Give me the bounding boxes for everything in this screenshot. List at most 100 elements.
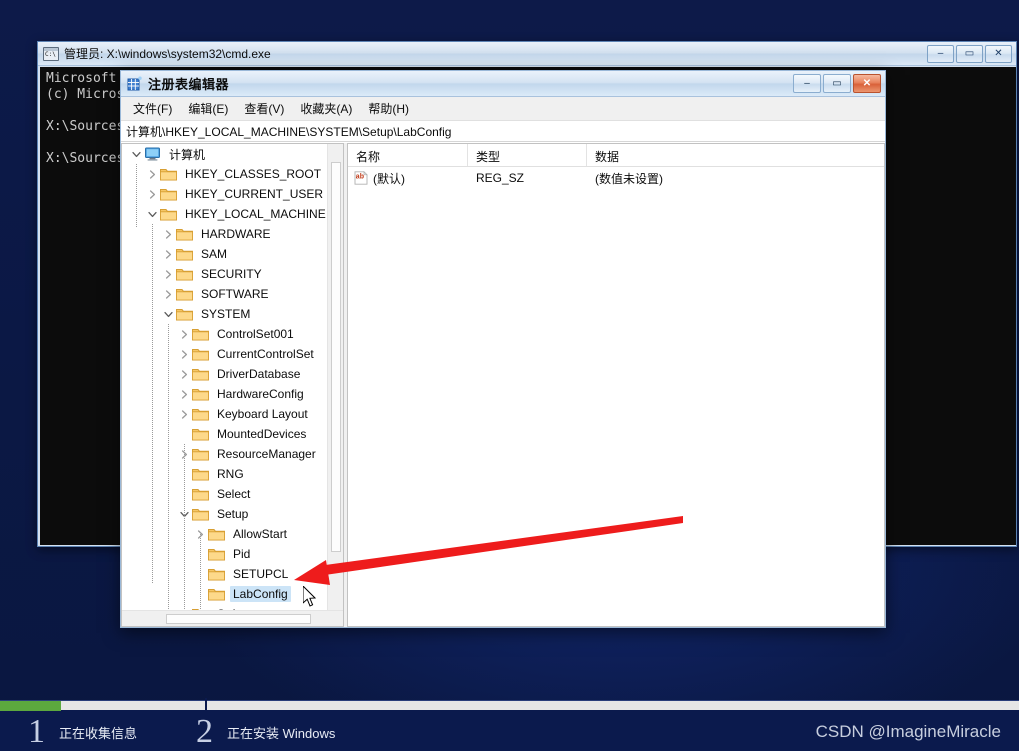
cmd-close-button[interactable]: ✕ xyxy=(985,44,1012,63)
chevron-right-icon[interactable] xyxy=(176,324,192,344)
chevron-down-icon[interactable] xyxy=(128,144,144,164)
menu-item-file[interactable]: 文件(F) xyxy=(125,97,180,120)
folder-icon xyxy=(192,347,209,361)
setup-progress-track xyxy=(0,698,1019,714)
chevron-right-icon[interactable] xyxy=(160,244,176,264)
folder-icon xyxy=(160,187,177,201)
folder-icon xyxy=(208,567,225,581)
chevron-right-icon[interactable] xyxy=(176,344,192,364)
menu-item-edit[interactable]: 编辑(E) xyxy=(180,97,236,120)
setup-progress-fill xyxy=(0,701,61,711)
chevron-right-icon[interactable] xyxy=(144,164,160,184)
folder-icon xyxy=(192,427,209,441)
tree-vertical-scrollbar[interactable] xyxy=(327,144,343,610)
menu-item-favorites[interactable]: 收藏夹(A) xyxy=(292,97,360,120)
menu-item-help[interactable]: 帮助(H) xyxy=(360,97,417,120)
values-list: ab (默认) REG_SZ (数值未设置) xyxy=(348,167,884,626)
tree-item-label: MountedDevices xyxy=(217,427,307,441)
regedit-close-button[interactable]: ✕ xyxy=(853,74,881,93)
folder-icon xyxy=(192,407,209,421)
csdn-watermark: CSDN @ImagineMiracle xyxy=(815,722,1001,741)
folder-icon xyxy=(160,167,177,181)
value-row[interactable]: ab (默认) REG_SZ (数值未设置) xyxy=(348,167,884,189)
folder-icon xyxy=(192,507,209,521)
tree-item-label: DriverDatabase xyxy=(217,367,301,381)
value-name-cell: ab (默认) xyxy=(348,170,468,187)
setup-step-1: 1 正在收集信息 xyxy=(28,715,137,749)
chevron-down-icon[interactable] xyxy=(144,204,160,224)
folder-icon xyxy=(192,327,209,341)
folder-icon xyxy=(192,367,209,381)
value-name-text: (默认) xyxy=(373,171,405,186)
tree-horizontal-scroll-thumb[interactable] xyxy=(166,614,311,624)
tree-item-label: Setup xyxy=(217,507,249,521)
registry-path-text: 计算机\HKEY_LOCAL_MACHINE\SYSTEM\Setup\LabC… xyxy=(126,124,452,139)
tree-horizontal-scrollbar[interactable] xyxy=(122,610,343,626)
tree-item-hkey-local-machine[interactable]: HKEY_LOCAL_MACHINE xyxy=(122,204,327,224)
tree-item-计算机[interactable]: 计算机 xyxy=(122,144,327,164)
tree-item-label: HARDWARE xyxy=(201,227,271,241)
regedit-maximize-button[interactable]: ▭ xyxy=(823,74,851,93)
folder-icon xyxy=(176,307,193,321)
setup-step-1-number: 1 xyxy=(28,713,45,750)
cmd-window-controls: – ▭ ✕ xyxy=(927,44,1014,63)
column-header-data[interactable]: 数据 xyxy=(587,144,884,166)
setup-step-2-number: 2 xyxy=(196,713,213,750)
tree-connector-line xyxy=(136,164,137,228)
values-column-header: 名称 类型 数据 xyxy=(348,144,884,167)
maximize-icon: ▭ xyxy=(832,77,842,89)
cmd-titlebar[interactable]: 管理员: X:\windows\system32\cmd.exe – ▭ ✕ xyxy=(38,42,1016,66)
tree-item-hkey-classes-root[interactable]: HKEY_CLASSES_ROOT xyxy=(122,164,327,184)
tree-item-label: SYSTEM xyxy=(201,307,251,321)
registry-grid-icon xyxy=(127,76,142,91)
regedit-menubar: 文件(F) 编辑(E) 查看(V) 收藏夹(A) 帮助(H) xyxy=(121,97,885,120)
windows-setup-bar: 1 正在收集信息 2 正在安装 Windows CSDN @ImagineMir… xyxy=(0,698,1019,751)
chevron-right-icon[interactable] xyxy=(160,284,176,304)
tree-item-label: HardwareConfig xyxy=(217,387,304,401)
value-data-cell: (数值未设置) xyxy=(595,171,663,186)
cmd-maximize-button[interactable]: ▭ xyxy=(956,44,983,63)
registry-values-pane[interactable]: 名称 类型 数据 ab (默认) REG_SZ (数值未设置) xyxy=(348,143,885,627)
registry-editor-window[interactable]: 注册表编辑器 – ▭ ✕ 文件(F) 编辑(E) 查看(V) 收藏夹(A) 帮助… xyxy=(120,70,886,628)
tree-connector-line xyxy=(184,444,185,610)
folder-icon xyxy=(176,287,193,301)
chevron-right-icon[interactable] xyxy=(144,184,160,204)
tree-item-label: CurrentControlSet xyxy=(217,347,314,361)
folder-icon xyxy=(192,447,209,461)
computer-icon xyxy=(144,147,161,161)
chevron-right-icon[interactable] xyxy=(160,264,176,284)
folder-icon xyxy=(176,267,193,281)
regedit-address-bar[interactable]: 计算机\HKEY_LOCAL_MACHINE\SYSTEM\Setup\LabC… xyxy=(121,120,885,142)
svg-text:ab: ab xyxy=(356,174,364,181)
tree-item-label: SOFTWARE xyxy=(201,287,269,301)
cmd-console-icon xyxy=(43,46,59,61)
tree-item-label: ControlSet001 xyxy=(217,327,294,341)
cmd-window-title: 管理员: X:\windows\system32\cmd.exe xyxy=(64,47,271,61)
chevron-right-icon[interactable] xyxy=(160,224,176,244)
chevron-right-icon[interactable] xyxy=(176,364,192,384)
tree-connector-line xyxy=(152,224,153,584)
cmd-minimize-button[interactable]: – xyxy=(927,44,954,63)
tree-item-label: 计算机 xyxy=(169,147,206,162)
tree-item-labconfig[interactable]: LabConfig xyxy=(122,584,327,604)
string-value-icon: ab xyxy=(354,170,368,185)
menu-item-view[interactable]: 查看(V) xyxy=(236,97,292,120)
chevron-down-icon[interactable] xyxy=(160,304,176,324)
tree-scroll-area: 计算机 HKEY_CLASSES_ROOT HKEY_CURRENT_USER HKE… xyxy=(122,144,343,610)
tree-item-label: Keyboard Layout xyxy=(217,407,308,421)
tree-item-label: RNG xyxy=(217,467,244,481)
regedit-body: 计算机 HKEY_CLASSES_ROOT HKEY_CURRENT_USER HKE… xyxy=(121,142,885,627)
chevron-right-icon[interactable] xyxy=(176,404,192,424)
column-header-type[interactable]: 类型 xyxy=(468,144,587,166)
regedit-minimize-button[interactable]: – xyxy=(793,74,821,93)
column-header-name[interactable]: 名称 xyxy=(348,144,468,166)
folder-icon xyxy=(176,227,193,241)
registry-tree-pane[interactable]: 计算机 HKEY_CLASSES_ROOT HKEY_CURRENT_USER HKE… xyxy=(121,143,343,627)
chevron-right-icon[interactable] xyxy=(176,384,192,404)
value-type-cell: REG_SZ xyxy=(476,171,525,185)
regedit-titlebar[interactable]: 注册表编辑器 – ▭ ✕ xyxy=(121,71,885,97)
tree-item-label: HKEY_CLASSES_ROOT xyxy=(185,167,322,181)
tree-item-hkey-current-user[interactable]: HKEY_CURRENT_USER xyxy=(122,184,327,204)
tree-vertical-scroll-thumb[interactable] xyxy=(331,162,341,552)
